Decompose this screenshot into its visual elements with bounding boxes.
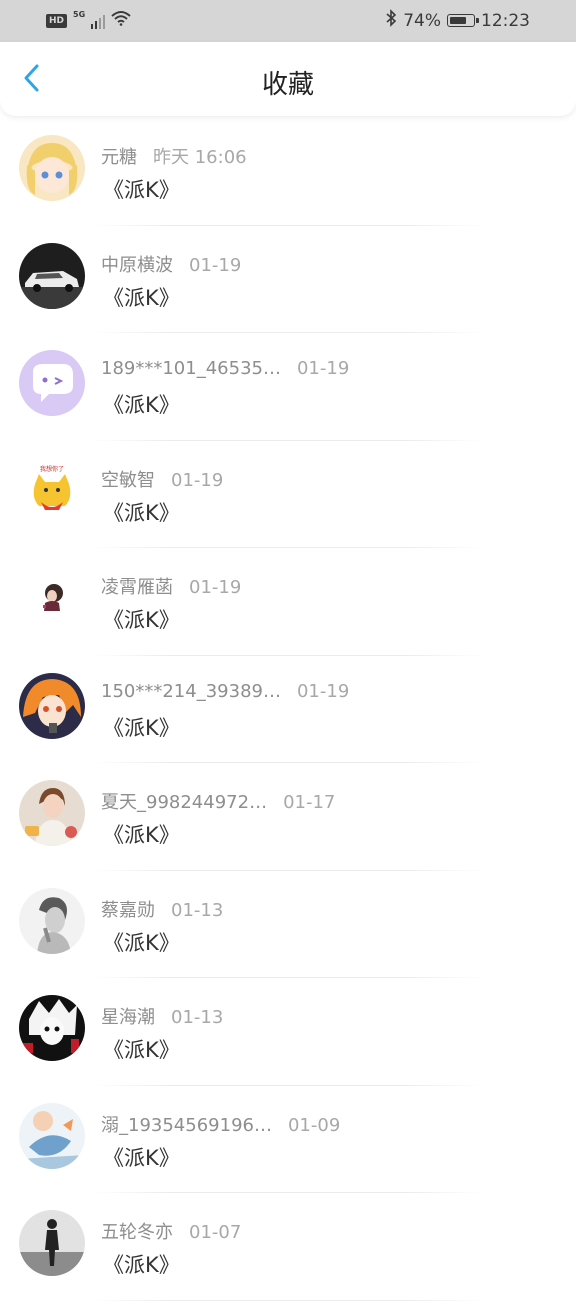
battery-icon <box>447 14 479 27</box>
item-date: 01-19 <box>189 577 242 598</box>
item-content[interactable]: 《派K》 <box>103 497 180 527</box>
user-name[interactable]: 元糖 <box>101 143 137 169</box>
item-content[interactable]: 《派K》 <box>103 712 180 742</box>
avatar[interactable] <box>19 995 85 1061</box>
list-item[interactable]: 星海潮 01-13 《派K》 <box>0 978 576 1086</box>
list-item[interactable]: 蔡嘉勋 01-13 《派K》 <box>0 871 576 978</box>
network-type: 5G <box>73 10 86 19</box>
item-meta: 夏天_998244972… 01-17 <box>101 788 335 814</box>
avatar[interactable] <box>19 672 85 739</box>
item-date: 01-19 <box>296 680 350 702</box>
item-date: 01-19 <box>171 469 224 491</box>
item-meta: 空敏智 01-19 <box>101 466 223 492</box>
header: 收藏 <box>0 42 576 116</box>
item-date: 01-13 <box>171 899 224 921</box>
user-name[interactable]: 五轮冬亦 <box>101 1218 173 1244</box>
hd-badge: HD <box>46 13 68 28</box>
avatar[interactable] <box>19 242 85 309</box>
avatar[interactable] <box>19 780 85 846</box>
item-meta: 星海潮 01-13 <box>101 1003 223 1029</box>
item-content[interactable]: 《派K》 <box>103 282 180 312</box>
avatar[interactable] <box>19 1102 85 1169</box>
list-item[interactable]: 元糖 昨天 16:06 《派K》 <box>0 118 576 226</box>
item-content[interactable]: 《派K》 <box>103 819 180 849</box>
list-item[interactable]: 中原横波 01-19 《派K》 <box>0 226 576 333</box>
item-meta: 凌霄雁菡 01-19 <box>101 573 241 599</box>
divider <box>90 1299 486 1301</box>
item-date: 01-07 <box>189 1222 242 1243</box>
wifi-icon <box>111 10 131 31</box>
user-name[interactable]: 150***214_39389… <box>101 681 281 702</box>
item-date: 01-19 <box>296 358 350 379</box>
item-meta: 元糖 昨天 16:06 <box>101 143 247 169</box>
list-item[interactable]: 溺_19354569196… 01-09 《派K》 <box>0 1086 576 1193</box>
item-date: 01-19 <box>189 254 242 276</box>
item-content[interactable]: 《派K》 <box>103 389 180 419</box>
list-item[interactable]: 五轮冬亦 01-07 《派K》 <box>0 1193 576 1301</box>
avatar[interactable] <box>19 1210 85 1276</box>
battery-fill <box>450 17 466 24</box>
item-content[interactable]: 《派K》 <box>103 1034 180 1064</box>
favorites-list: 元糖 昨天 16:06 《派K》 中原横波 01-19 《派K》 189***101_465… <box>0 118 576 1301</box>
item-meta: 五轮冬亦 01-07 <box>101 1218 241 1244</box>
item-date: 昨天 16:06 <box>153 147 247 168</box>
page-title: 收藏 <box>261 70 314 100</box>
item-content[interactable]: 《派K》 <box>103 1249 180 1279</box>
bluetooth-icon <box>385 9 397 32</box>
status-left: HD 5G <box>46 10 131 31</box>
user-name[interactable]: 空敏智 <box>101 466 155 492</box>
user-name[interactable]: 189***101_46535… <box>101 358 281 379</box>
item-meta: 蔡嘉勋 01-13 <box>101 896 223 922</box>
item-content[interactable]: 《派K》 <box>103 604 180 634</box>
status-bar: HD 5G 74% 12:23 <box>0 0 576 42</box>
battery-percent: 74% <box>403 10 441 31</box>
avatar[interactable]: 我想你了 <box>19 457 85 524</box>
user-name[interactable]: 夏天_998244972… <box>101 788 267 814</box>
item-content[interactable]: 《派K》 <box>103 1142 180 1172</box>
user-name[interactable]: 蔡嘉勋 <box>101 896 155 922</box>
item-content[interactable]: 《派K》 <box>103 927 180 957</box>
user-name[interactable]: 溺_19354569196… <box>101 1111 272 1137</box>
item-meta: 溺_19354569196… 01-09 <box>101 1111 340 1137</box>
item-date: 01-17 <box>283 792 336 813</box>
avatar[interactable] <box>19 887 85 954</box>
list-item[interactable]: 我想你了 空敏智 01-19 《派K》 <box>0 441 576 548</box>
svg-text:我想你了: 我想你了 <box>40 465 64 473</box>
item-meta: 150***214_39389… 01-19 <box>101 681 349 702</box>
item-date: 01-13 <box>171 1007 224 1028</box>
item-meta: 中原横波 01-19 <box>101 251 241 277</box>
user-name[interactable]: 凌霄雁菡 <box>101 573 173 599</box>
signal-icon <box>91 13 106 29</box>
avatar[interactable] <box>19 350 85 416</box>
avatar[interactable] <box>19 565 85 631</box>
user-name[interactable]: 星海潮 <box>101 1003 155 1029</box>
item-content[interactable]: 《派K》 <box>103 174 180 204</box>
clock: 12:23 <box>481 10 530 31</box>
item-date: 01-09 <box>287 1114 341 1136</box>
list-item[interactable]: 夏天_998244972… 01-17 《派K》 <box>0 763 576 871</box>
item-meta: 189***101_46535… 01-19 <box>101 358 349 379</box>
list-item[interactable]: 凌霄雁菡 01-19 《派K》 <box>0 548 576 656</box>
status-right: 74% 12:23 <box>385 9 530 32</box>
list-item[interactable]: 189***101_46535… 01-19 《派K》 <box>0 333 576 441</box>
avatar[interactable] <box>19 135 85 201</box>
user-name[interactable]: 中原横波 <box>101 251 173 277</box>
list-item[interactable]: 150***214_39389… 01-19 《派K》 <box>0 656 576 763</box>
